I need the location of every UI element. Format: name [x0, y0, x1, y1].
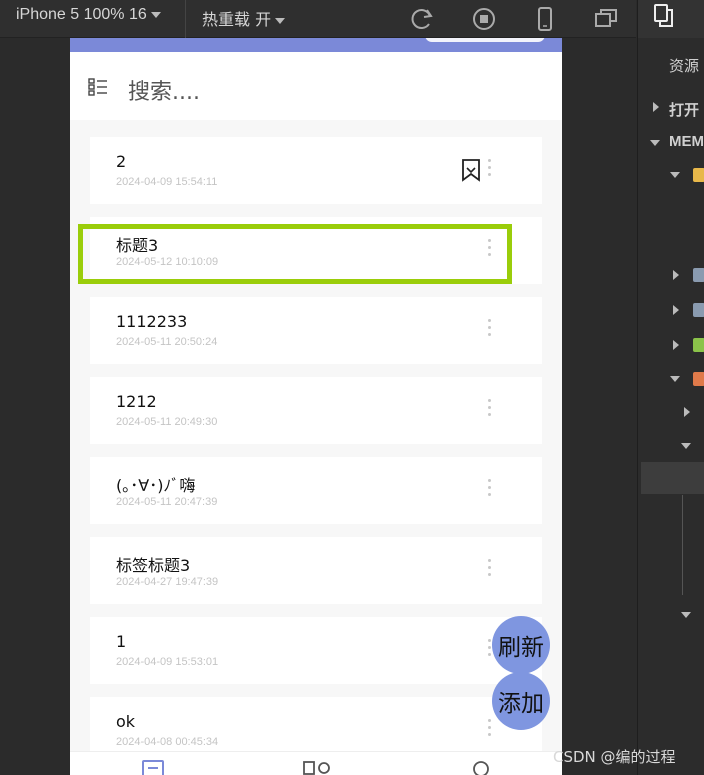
workspace-label[interactable]: MEM	[669, 133, 704, 150]
device-label: iPhone 5 100% 16	[16, 6, 147, 23]
note-date: 2024-04-27 19:47:39	[116, 576, 219, 588]
hot-reload-toggle[interactable]: 热重载 开	[202, 6, 286, 30]
more-icon[interactable]	[487, 159, 493, 179]
open-editors-label[interactable]: 打开	[669, 99, 699, 120]
note-date: 2024-04-09 15:54:11	[116, 176, 218, 188]
folder-icon	[693, 338, 704, 352]
search-input[interactable]: 搜索....	[128, 74, 200, 106]
watermark: CSDN @编的过程	[553, 748, 676, 766]
chevron-down-icon[interactable]	[670, 376, 680, 382]
capsule-button[interactable]	[425, 38, 545, 42]
chevron-right-icon[interactable]	[673, 270, 679, 280]
refresh-icon[interactable]	[407, 4, 437, 34]
search-bar[interactable]: 搜索....	[70, 52, 562, 120]
chevron-down-icon[interactable]	[681, 443, 691, 449]
folder-icon	[693, 372, 704, 386]
chevron-right-icon[interactable]	[684, 407, 690, 417]
folder-icon	[693, 303, 704, 317]
tab-notes-icon[interactable]	[142, 760, 164, 775]
device-selector[interactable]: iPhone 5 100% 16	[16, 6, 161, 24]
note-date: 2024-05-11 20:50:24	[116, 336, 218, 348]
chevron-down-icon	[150, 11, 161, 18]
note-title: 1112233	[116, 312, 188, 331]
note-title: 1	[116, 632, 127, 651]
note-card[interactable]: 1112233 2024-05-11 20:50:24	[90, 297, 542, 364]
note-date: 2024-05-11 20:49:30	[116, 416, 218, 428]
tree-guide-line	[682, 495, 683, 595]
chevron-right-icon[interactable]	[673, 340, 679, 350]
more-icon[interactable]	[487, 559, 493, 579]
chevron-down-icon	[275, 17, 286, 24]
note-card[interactable]: (｡･∀･)ﾉﾞ嗨 2024-05-11 20:47:39	[90, 457, 542, 524]
toolbar-divider	[185, 0, 186, 38]
note-title: 1212	[116, 392, 157, 411]
bookmark-icon[interactable]	[461, 158, 481, 182]
chevron-down-icon[interactable]	[681, 612, 691, 618]
tab-profile-icon[interactable]	[471, 760, 491, 775]
folder-icon	[693, 168, 704, 182]
more-icon[interactable]	[487, 399, 493, 419]
note-title: ok	[116, 712, 136, 731]
tab-category-icon[interactable]	[303, 760, 331, 775]
resources-label: 资源	[669, 57, 700, 75]
folder-icon	[693, 268, 704, 282]
note-title: 标签标题3	[116, 556, 191, 575]
add-button[interactable]: 添加	[492, 672, 550, 730]
chevron-down-icon[interactable]	[670, 172, 680, 178]
note-title: (｡･∀･)ﾉﾞ嗨	[116, 476, 196, 495]
note-card[interactable]: 2 2024-04-09 15:54:11	[90, 137, 542, 204]
highlight-box	[78, 224, 512, 284]
note-date: 2024-05-11 20:47:39	[116, 496, 218, 508]
stop-icon[interactable]	[469, 4, 499, 34]
refresh-button[interactable]: 刷新	[492, 616, 550, 674]
more-icon[interactable]	[487, 319, 493, 339]
list-icon[interactable]	[88, 77, 108, 97]
chevron-right-icon[interactable]	[653, 102, 659, 112]
chevron-down-icon[interactable]	[650, 140, 660, 146]
explorer-panel: 资源 打开 MEM	[637, 0, 704, 775]
note-card[interactable]: 1212 2024-05-11 20:49:30	[90, 377, 542, 444]
note-date: 2024-04-09 15:53:01	[116, 656, 219, 668]
nav-bar	[70, 38, 562, 52]
chevron-right-icon[interactable]	[673, 305, 679, 315]
note-title: 2	[116, 152, 127, 171]
copy-icon[interactable]	[650, 2, 678, 30]
more-icon[interactable]	[487, 719, 493, 739]
tab-bar	[70, 751, 562, 775]
note-date: 2024-04-08 00:45:34	[116, 736, 219, 748]
note-card[interactable]: 标签标题3 2024-04-27 19:47:39	[90, 537, 542, 604]
hot-reload-label: 热重载 开	[202, 10, 272, 29]
window-icon[interactable]	[591, 4, 621, 34]
note-card[interactable]: 1 2024-04-09 15:53:01	[90, 617, 542, 684]
simulator-toolbar: iPhone 5 100% 16 热重载 开	[0, 0, 636, 38]
phone-icon[interactable]	[530, 4, 560, 34]
selected-tree-row[interactable]	[641, 462, 704, 494]
more-icon[interactable]	[487, 479, 493, 499]
phone-simulator: 搜索.... 2 2024-04-09 15:54:11 标题3 2024-05…	[70, 38, 562, 775]
